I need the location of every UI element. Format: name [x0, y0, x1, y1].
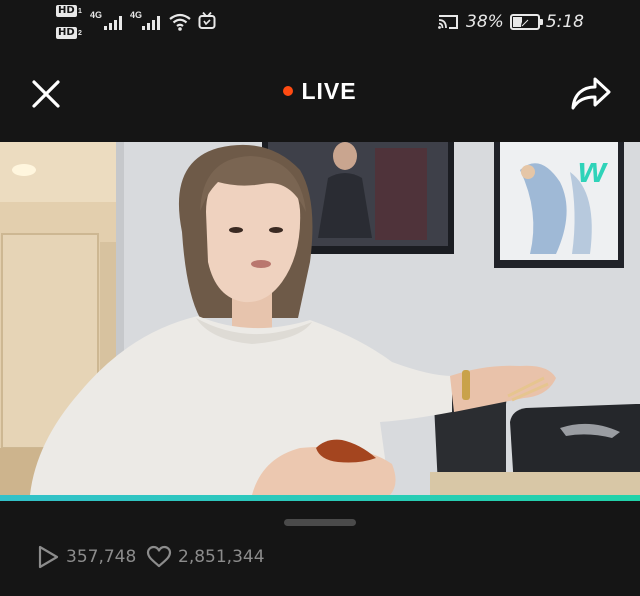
- signal-icon: [104, 14, 122, 30]
- tv-icon: [198, 12, 216, 29]
- painting-figure: [333, 142, 357, 170]
- hd1-badge: HD: [56, 5, 77, 17]
- person-eye: [229, 227, 243, 233]
- person-bracelet: [462, 370, 470, 400]
- status-bar: HD 1 HD 2 4G 4G 38% 5:18: [0, 0, 640, 44]
- hd1-sub: 1: [78, 8, 82, 15]
- live-header: LIVE: [0, 44, 640, 142]
- hd2-badge: HD: [56, 27, 77, 39]
- bottom-panel: 357,748 2,851,344: [0, 501, 640, 596]
- play-count: 357,748: [36, 543, 136, 571]
- wifi-icon: [169, 13, 191, 31]
- share-icon: [571, 77, 611, 110]
- video-player[interactable]: w: [0, 142, 640, 495]
- drag-handle[interactable]: [284, 519, 356, 526]
- hd2-sub: 2: [78, 30, 82, 37]
- battery-icon: [509, 14, 543, 30]
- like-count-value: 2,851,344: [178, 547, 265, 567]
- heart-icon: [146, 545, 172, 568]
- painting-figure-2: [375, 148, 427, 240]
- ceiling-light: [12, 164, 36, 176]
- live-label: LIVE: [301, 78, 357, 104]
- status-indicators-right: 38% 5:18: [436, 10, 584, 34]
- clock: 5:18: [545, 12, 584, 32]
- network-type-1: 4G: [90, 10, 103, 20]
- person-eye-2: [269, 227, 283, 233]
- share-button[interactable]: [570, 74, 612, 112]
- watermark-logo: w: [578, 149, 608, 190]
- table: [430, 472, 640, 495]
- person-mouth: [251, 260, 271, 268]
- live-title: LIVE: [0, 78, 640, 105]
- play-icon: [38, 545, 59, 569]
- play-count-value: 357,748: [66, 547, 137, 567]
- network-type-2: 4G: [130, 10, 143, 20]
- leaf-icon: [520, 18, 530, 27]
- cast-icon: [438, 15, 459, 29]
- painting-face: [521, 165, 535, 179]
- like-count: 2,851,344: [146, 543, 265, 571]
- signal-icon: [142, 14, 160, 30]
- battery-percent: 38%: [466, 12, 504, 32]
- video-frame: w: [0, 142, 640, 495]
- live-dot: [283, 85, 294, 96]
